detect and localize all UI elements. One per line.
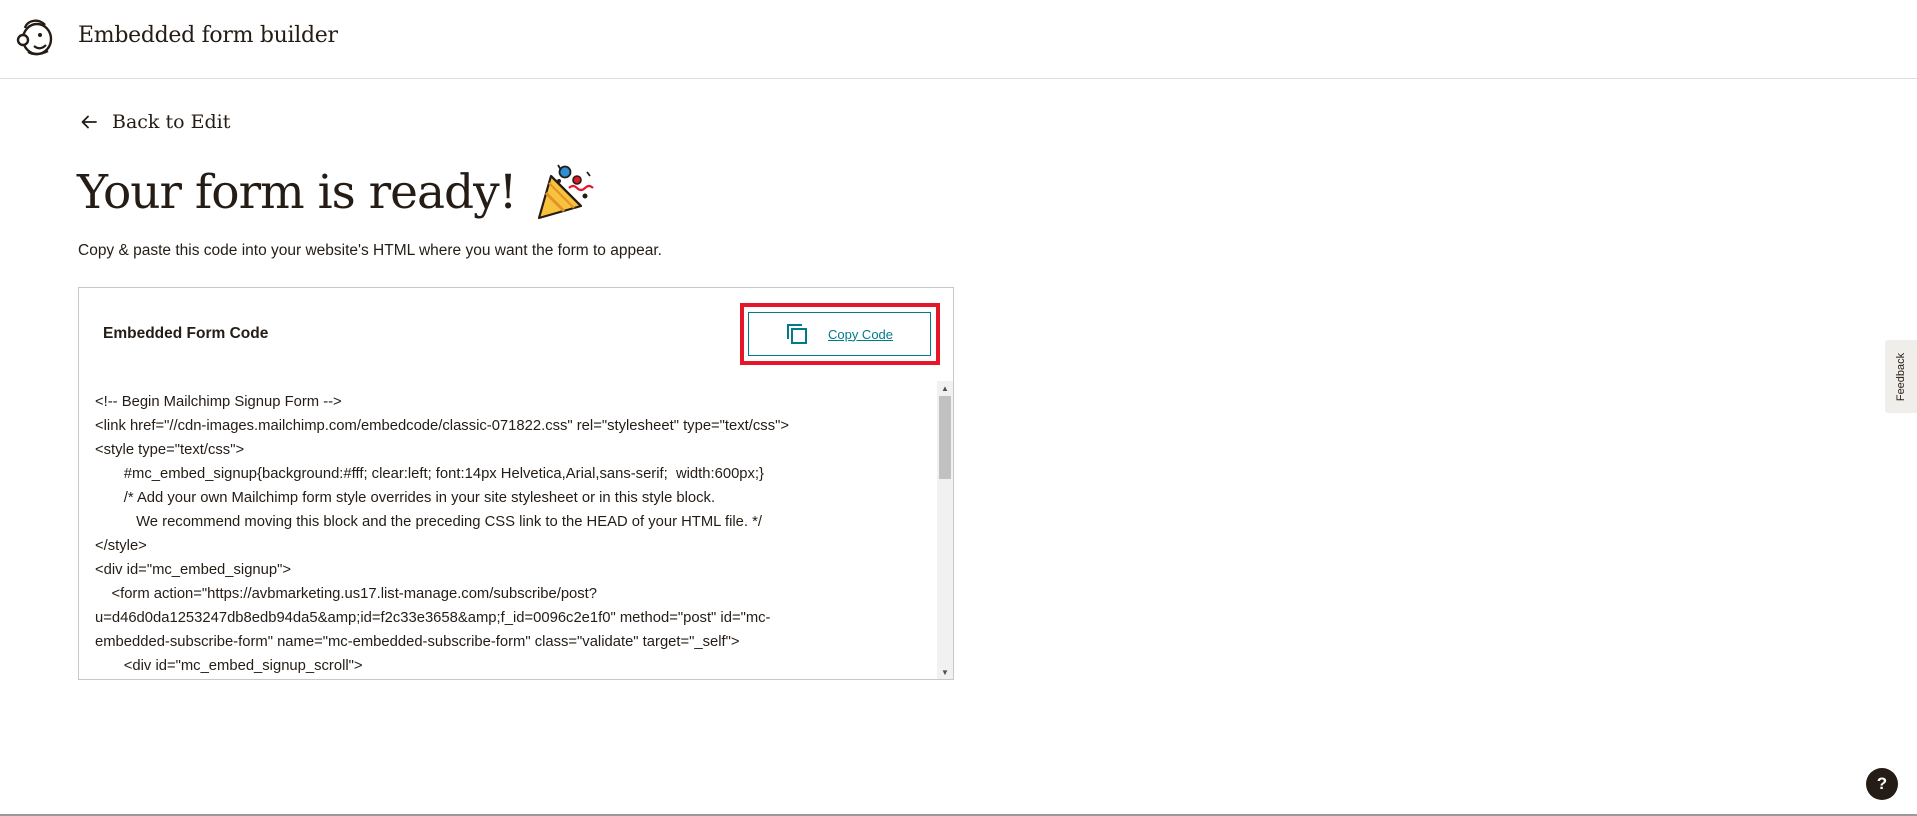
code-line: <form action="https://avbmarketing.us17.… [95, 586, 598, 602]
page-title: Your form is ready! [77, 162, 595, 222]
mailchimp-logo-icon[interactable] [14, 16, 56, 58]
code-line: <link href="//cdn-images.mailchimp.com/e… [95, 418, 789, 434]
embed-code-textarea[interactable]: <!-- Begin Mailchimp Signup Form --> <li… [79, 381, 937, 679]
copy-code-button[interactable]: Copy Code [748, 312, 931, 356]
arrow-left-icon [81, 115, 97, 129]
top-header: Embedded form builder [0, 0, 1917, 79]
code-line: <style type="text/css"> [95, 442, 245, 458]
help-button[interactable]: ? [1866, 768, 1898, 800]
code-line: #mc_embed_signup{background:#fff; clear:… [95, 466, 764, 482]
feedback-label: Feedback [1895, 352, 1907, 401]
scrollbar-thumb[interactable] [939, 396, 951, 479]
code-line: embedded-subscribe-form" name="mc-embedd… [95, 634, 740, 650]
panel-title: Embedded Form Code [103, 325, 269, 342]
page-title-text: Your form is ready! [77, 164, 518, 220]
feedback-tab[interactable]: Feedback [1885, 340, 1917, 413]
code-line: u=d46d0da1253247db8edb94da5&amp;id=f2c33… [95, 610, 771, 626]
help-question-icon: ? [1876, 774, 1888, 793]
code-line: </style> [95, 538, 147, 554]
page-subtitle: Copy & paste this code into your website… [78, 242, 662, 259]
code-line: <div id="mc_embed_signup"> [95, 562, 292, 578]
party-popper-icon [537, 164, 594, 220]
back-to-edit-label: Back to Edit [112, 111, 231, 133]
copy-icon [786, 324, 807, 344]
code-line: We recommend moving this block and the p… [95, 514, 762, 530]
scroll-down-arrow-icon[interactable]: ▼ [937, 665, 953, 679]
scroll-up-arrow-icon[interactable]: ▲ [937, 381, 953, 395]
copy-code-label: Copy Code [827, 326, 894, 342]
code-line: /* Add your own Mailchimp form style ove… [95, 490, 716, 506]
embedded-code-panel: Embedded Form Code Copy Code <!-- Begin … [78, 287, 954, 680]
code-line: <!-- Begin Mailchimp Signup Form --> [95, 394, 342, 410]
back-to-edit-link[interactable]: Back to Edit [80, 108, 230, 136]
code-line: <div id="mc_embed_signup_scroll"> [95, 658, 363, 674]
code-scrollbar[interactable]: ▲ ▼ [937, 381, 953, 679]
app-title: Embedded form builder [78, 23, 338, 48]
